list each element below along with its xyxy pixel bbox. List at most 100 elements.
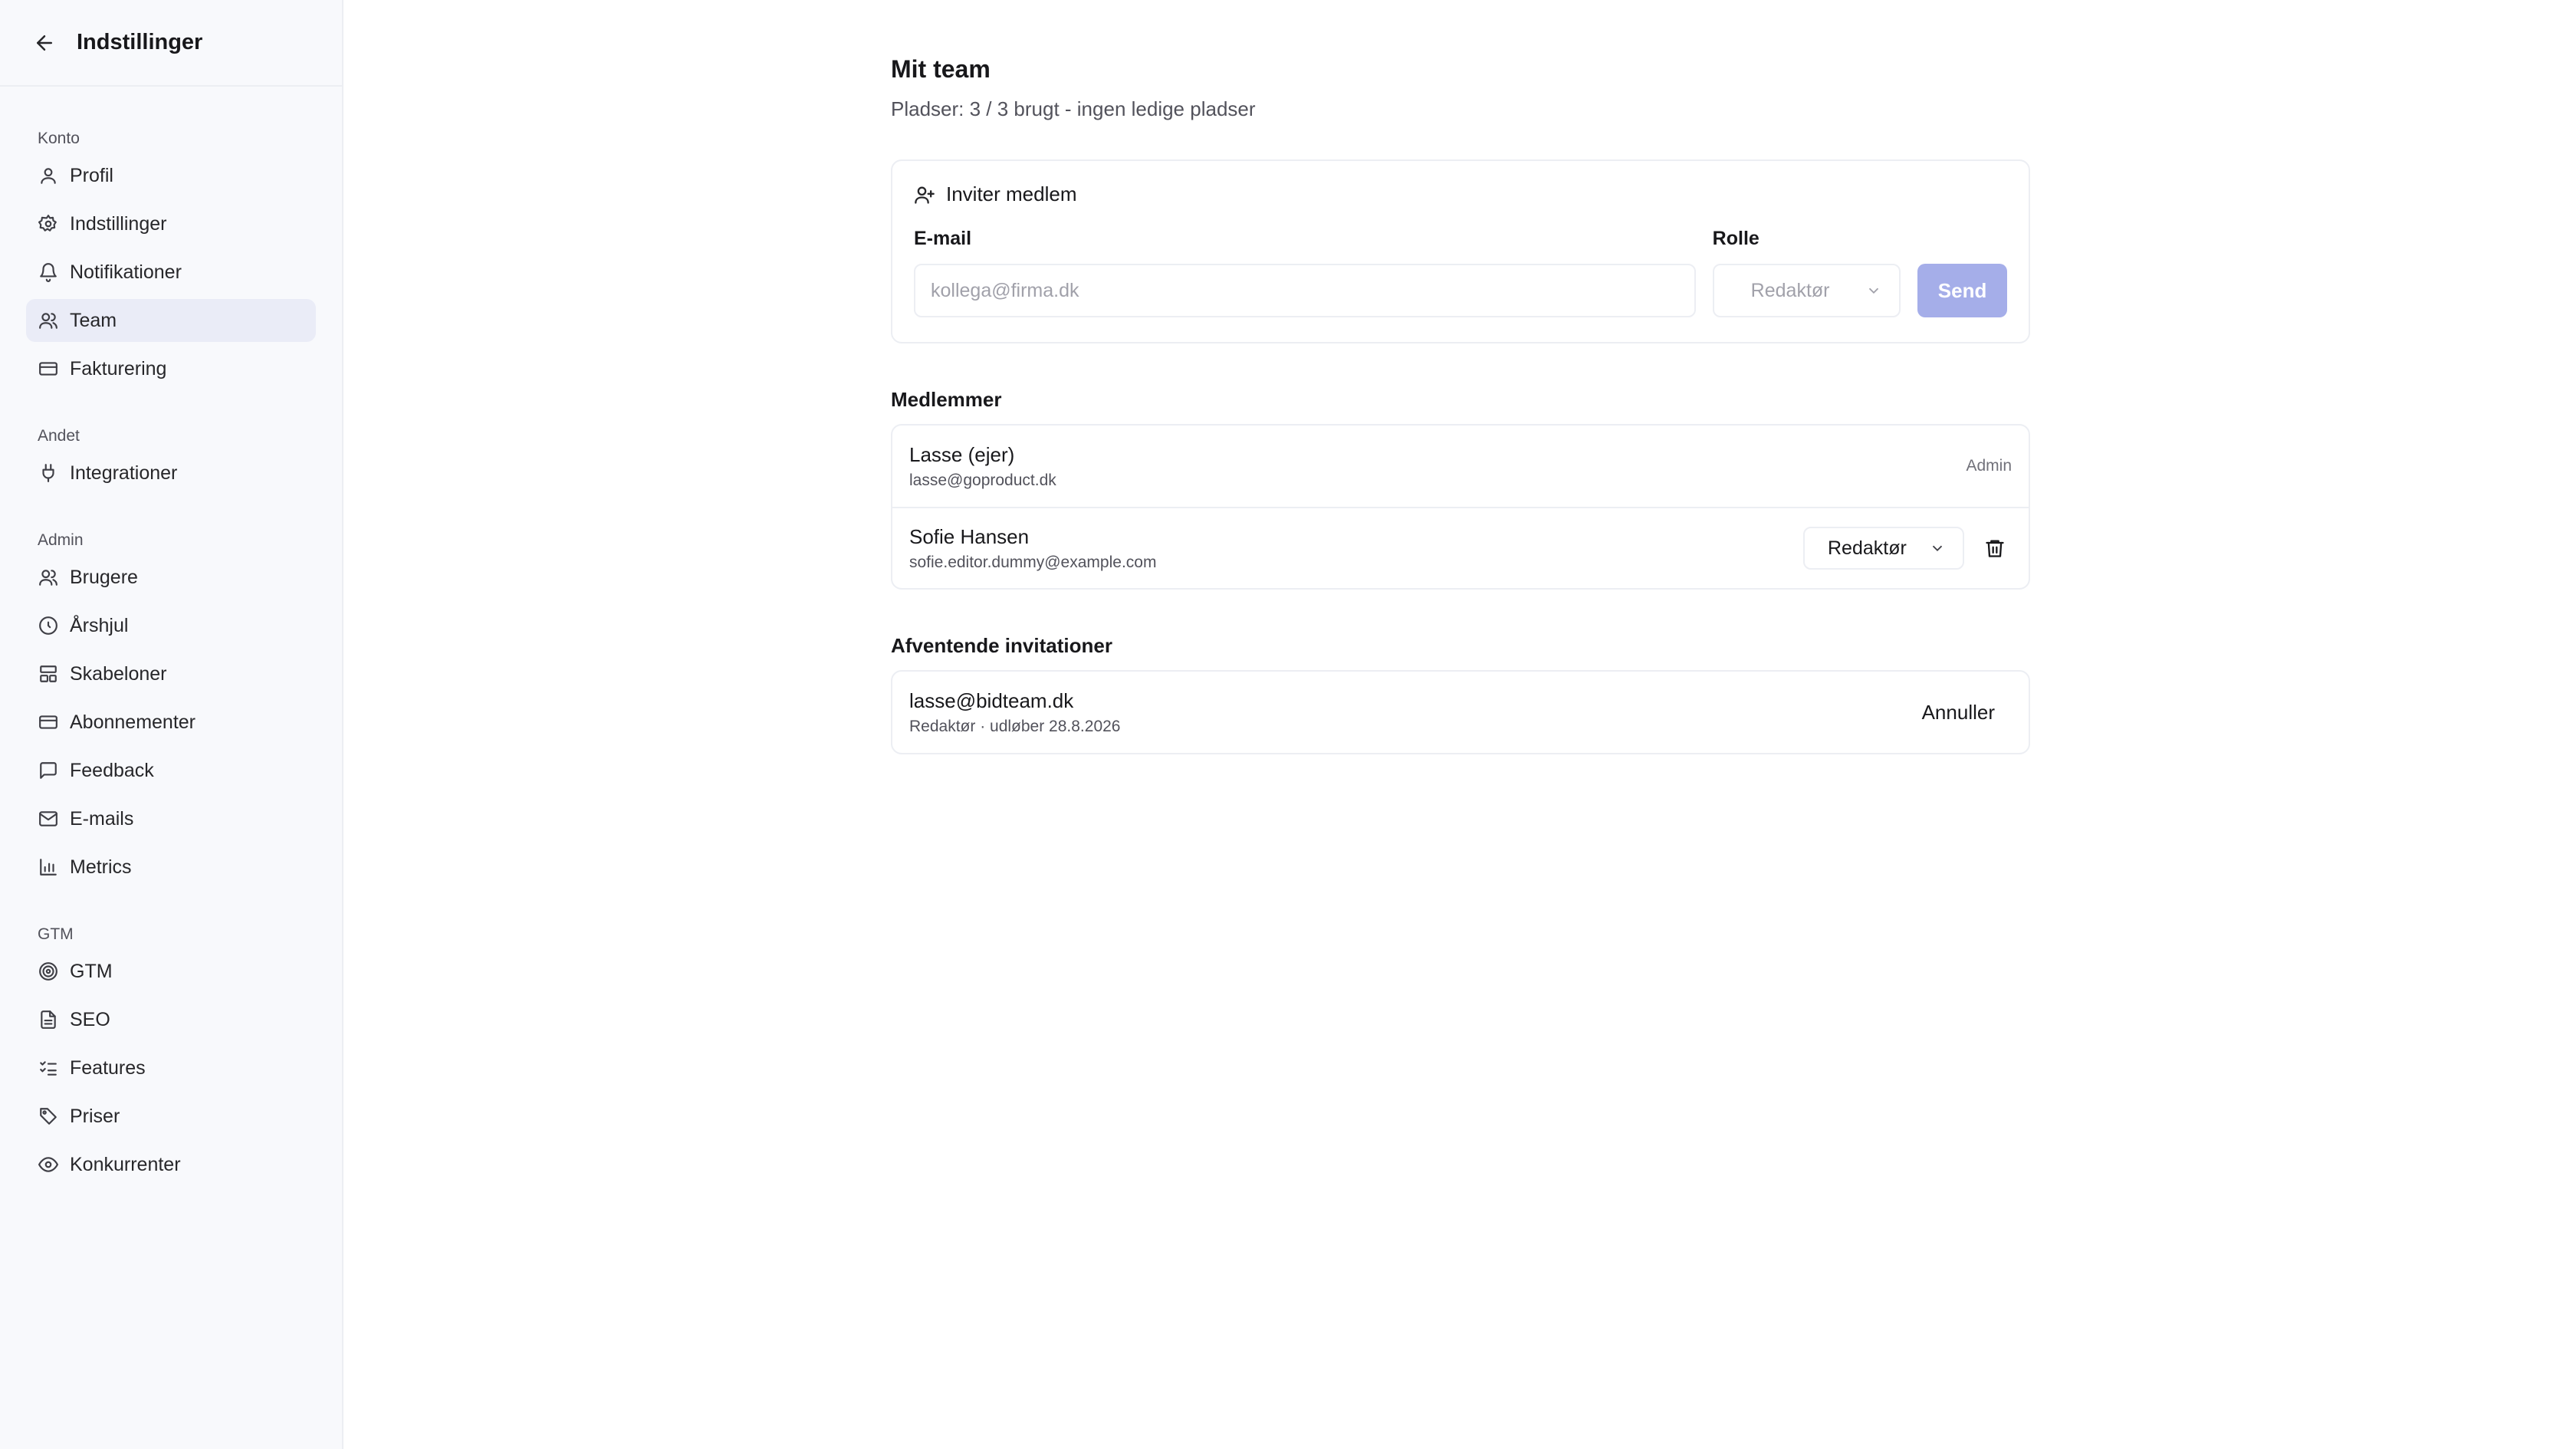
gear-icon xyxy=(38,213,59,235)
sidebar-item-team[interactable]: Team xyxy=(26,299,316,342)
member-row: Lasse (ejer) lasse@goproduct.dk Admin xyxy=(892,426,2029,507)
sidebar-item-label: Skabeloner xyxy=(70,662,167,685)
sidebar-item-features[interactable]: Features xyxy=(26,1046,316,1089)
user-plus-icon xyxy=(915,186,935,204)
list-checks-icon xyxy=(38,1057,59,1079)
main-content: Mit team Pladser: 3 / 3 brugt - ingen le… xyxy=(343,0,2576,1449)
chevron-down-icon xyxy=(1869,288,1879,294)
sidebar-item-indstillinger[interactable]: Indstillinger xyxy=(26,202,316,245)
invitation-email: lasse@bidteam.dk xyxy=(909,688,1074,712)
seats-summary: Pladser: 3 / 3 brugt - ingen ledige plad… xyxy=(891,97,1256,120)
sidebar-header: Indstillinger xyxy=(0,0,342,87)
file-text-icon xyxy=(38,1009,59,1030)
nav-section-admin: Admin Brugere Årshjul Skabeloner Abonnem… xyxy=(26,525,316,889)
sidebar-item-label: Konkurrenter xyxy=(70,1153,181,1175)
invite-heading-label: Inviter medlem xyxy=(946,182,1077,205)
member-info: Sofie Hansen sofie.editor.dummy@example.… xyxy=(909,525,1156,572)
page-title: Mit team xyxy=(891,55,991,83)
sidebar-item-label: Brugere xyxy=(70,566,138,588)
sidebar-item-label: Profil xyxy=(70,164,113,186)
email-label: E-mail xyxy=(914,228,972,249)
sidebar-item-label: Features xyxy=(70,1056,146,1079)
sidebar-item-skabeloner[interactable]: Skabeloner xyxy=(26,652,316,695)
nav-section-andet: Andet Integrationer xyxy=(26,421,316,495)
role-select-value: Redaktør xyxy=(1750,279,1830,301)
nav-heading: Admin xyxy=(38,531,84,549)
layout-icon xyxy=(38,663,59,685)
invite-card: Inviter medlem E-mail kollega@firma.dk R… xyxy=(891,159,2030,343)
sidebar-item-label: Integrationer xyxy=(70,462,178,484)
plug-icon xyxy=(38,462,59,484)
team-page: Mit team Pladser: 3 / 3 brugt - ingen le… xyxy=(891,55,2030,799)
sidebar-item-metrics[interactable]: Metrics xyxy=(26,846,316,889)
mail-icon xyxy=(38,808,59,830)
trash-icon xyxy=(1986,540,2004,557)
tags-icon xyxy=(38,1106,59,1127)
sidebar-item-label: Abonnementer xyxy=(70,711,196,733)
sidebar-item-label: Fakturering xyxy=(70,357,167,380)
users-icon xyxy=(38,310,59,331)
invitation-info: lasse@bidteam.dk Redaktør · udløber 28.8… xyxy=(909,689,1120,736)
credit-card-icon xyxy=(38,711,59,733)
arrow-left-icon xyxy=(37,34,52,51)
member-info: Lasse (ejer) lasse@goproduct.dk xyxy=(909,443,1056,490)
role-select[interactable]: Redaktør xyxy=(1712,264,1901,317)
target-icon xyxy=(38,961,59,982)
sidebar-item-abonnementer[interactable]: Abonnementer xyxy=(26,701,316,744)
member-role-select[interactable]: Redaktør xyxy=(1803,527,1964,570)
nav-heading: GTM xyxy=(38,925,74,943)
sidebar-item-feedback[interactable]: Feedback xyxy=(26,749,316,792)
member-email: sofie.editor.dummy@example.com xyxy=(909,553,1157,571)
member-actions: Redaktør xyxy=(1803,527,2012,570)
nav-heading: Konto xyxy=(38,130,80,147)
sidebar-item-label: GTM xyxy=(70,960,113,982)
invite-form: E-mail kollega@firma.dk Rolle Redaktør S… xyxy=(914,228,2007,317)
sidebar-nav: Konto Profil Indstillinger Notifikatione… xyxy=(0,87,342,1186)
sidebar-item-e-mails[interactable]: E-mails xyxy=(26,797,316,840)
pending-invitations-list: lasse@bidteam.dk Redaktør · udløber 28.8… xyxy=(891,670,2030,754)
app-root: Indstillinger Konto Profil Indstillinger… xyxy=(0,0,2576,1449)
sidebar-item-seo[interactable]: SEO xyxy=(26,998,316,1041)
sidebar-item-label: SEO xyxy=(70,1008,110,1030)
members-list: Lasse (ejer) lasse@goproduct.dk Admin So… xyxy=(891,424,2030,590)
sidebar-item-label: Priser xyxy=(70,1105,120,1127)
sidebar-item-arshjul[interactable]: Årshjul xyxy=(26,604,316,647)
invitation-meta: Redaktør · udløber 28.8.2026 xyxy=(909,717,1121,735)
member-row: Sofie Hansen sofie.editor.dummy@example.… xyxy=(892,507,2029,588)
sidebar-item-label: Årshjul xyxy=(70,614,129,636)
send-button[interactable]: Send xyxy=(1917,264,2007,317)
sidebar-title: Indstillinger xyxy=(77,30,203,54)
users-icon xyxy=(38,567,59,588)
eye-icon xyxy=(38,1154,59,1175)
member-name: Sofie Hansen xyxy=(909,524,1030,548)
role-label: Rolle xyxy=(1712,228,1760,249)
nav-section-konto: Konto Profil Indstillinger Notifikatione… xyxy=(26,123,316,390)
sidebar-item-priser[interactable]: Priser xyxy=(26,1095,316,1138)
nav-section-gtm: GTM GTM SEO Features Priser Konkurrenter xyxy=(26,919,316,1186)
member-email: lasse@goproduct.dk xyxy=(909,471,1056,489)
member-role-badge: Admin xyxy=(1966,457,2012,475)
members-heading: Medlemmer xyxy=(891,388,1002,411)
back-button[interactable] xyxy=(31,29,58,57)
invitation-row: lasse@bidteam.dk Redaktør · udløber 28.8… xyxy=(892,672,2029,753)
sidebar-item-profil[interactable]: Profil xyxy=(26,154,316,197)
message-icon xyxy=(38,760,59,781)
email-field-group: E-mail kollega@firma.dk xyxy=(914,228,1696,317)
pending-heading: Afventende invitationer xyxy=(891,634,1112,657)
bar-chart-icon xyxy=(38,856,59,878)
nav-heading: Andet xyxy=(38,427,80,445)
clock-circle-icon xyxy=(38,615,59,636)
sidebar-item-brugere[interactable]: Brugere xyxy=(26,556,316,599)
sidebar-item-notifikationer[interactable]: Notifikationer xyxy=(26,251,316,294)
sidebar-item-gtm[interactable]: GTM xyxy=(26,950,316,993)
member-name: Lasse (ejer) xyxy=(909,442,1015,466)
sidebar-item-label: Feedback xyxy=(70,759,154,781)
remove-member-button[interactable] xyxy=(1978,531,2012,565)
email-input[interactable]: kollega@firma.dk xyxy=(914,264,1696,317)
sidebar-item-konkurrenter[interactable]: Konkurrenter xyxy=(26,1143,316,1186)
cancel-invitation-button[interactable]: Annuller xyxy=(1905,690,2012,735)
role-field-group: Rolle Redaktør xyxy=(1712,228,1901,317)
sidebar-item-integrationer[interactable]: Integrationer xyxy=(26,452,316,495)
chevron-down-icon xyxy=(1932,545,1943,552)
sidebar-item-fakturering[interactable]: Fakturering xyxy=(26,347,316,390)
